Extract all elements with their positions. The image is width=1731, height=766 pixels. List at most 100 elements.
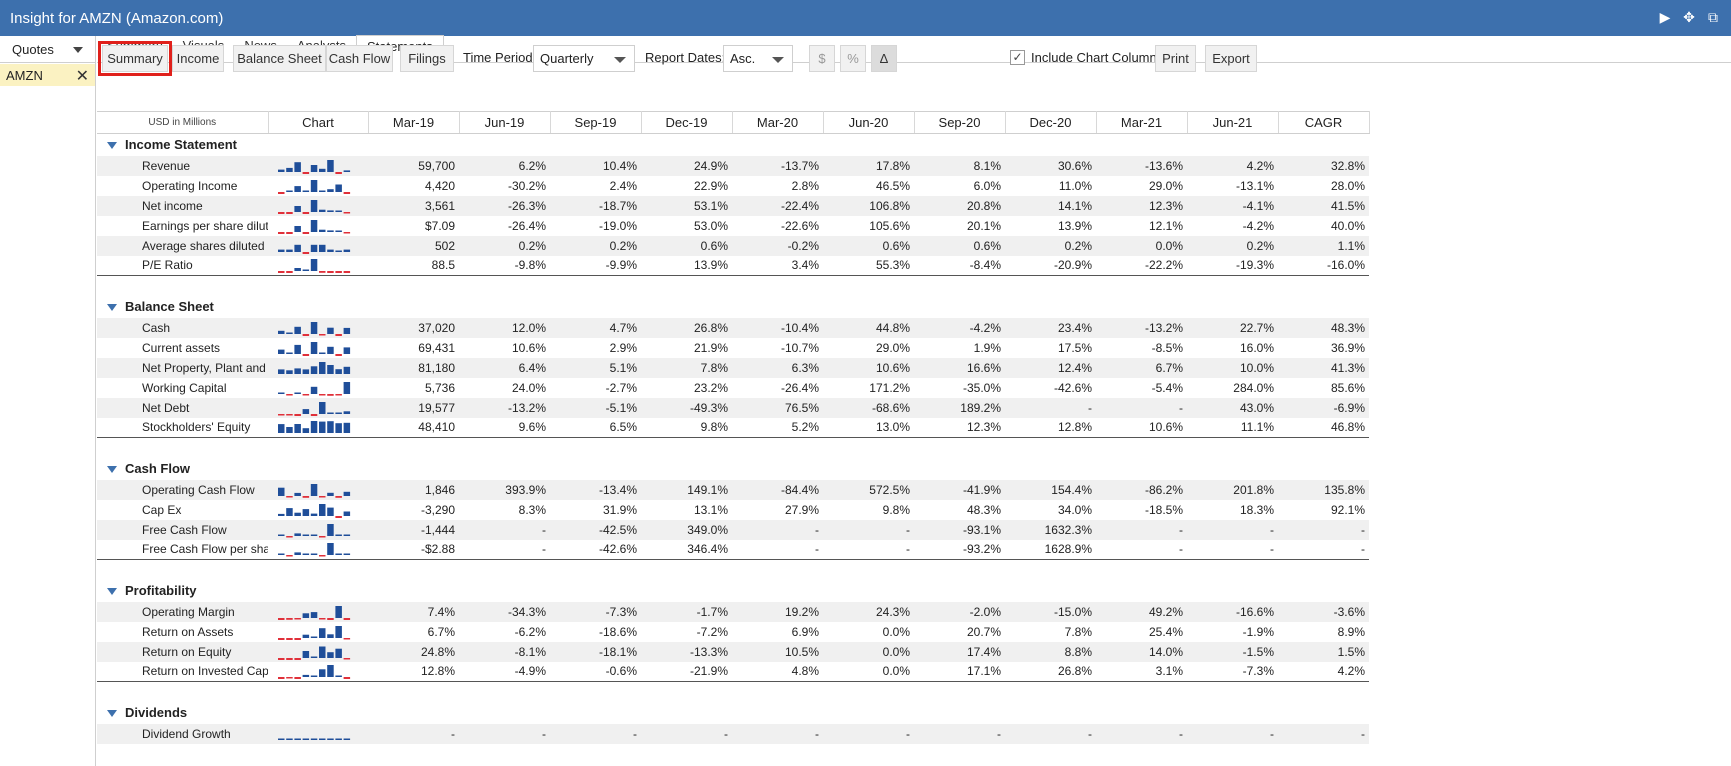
table-row[interactable]: Operating Cash Flow 1,846 393.9% -13.4% 149.… <box>97 479 1369 500</box>
pin-icon[interactable]: ✥ <box>1681 9 1697 25</box>
column-header[interactable]: Dec-19 <box>641 111 733 134</box>
table-row[interactable]: Free Cash Flow per share -$2.88- -42.6% 346… <box>97 539 1369 560</box>
value-cell: -16.6% <box>1187 601 1278 622</box>
sparkline-chart <box>278 738 351 740</box>
statement-filings-button[interactable]: Filings <box>400 45 454 72</box>
popout-icon[interactable]: ⧉ <box>1705 9 1721 25</box>
table-row[interactable]: Operating Margin 7.4% -34.3% -7.3% -1.7% 19.2… <box>97 601 1369 622</box>
value-cell: 16.0% <box>1239 340 1274 355</box>
section-header-cash-flow[interactable]: Cash Flow <box>97 458 1369 480</box>
time-period-select[interactable]: Quarterly <box>533 45 635 72</box>
sparkline-bar <box>278 231 285 234</box>
value-cell: 7.8% <box>641 357 732 378</box>
collapse-triangle-icon[interactable] <box>107 466 117 474</box>
percent-toggle-button[interactable]: % <box>840 45 866 72</box>
table-row[interactable]: Working Capital 5,736 24.0% -2.7% 23.2% -26.4… <box>97 378 1369 398</box>
row-label: Operating Cash Flow <box>97 479 268 500</box>
value-cell: - <box>1187 519 1278 540</box>
table-row[interactable]: Stockholders' Equity 48,410 9.6% 6.5% 9.8% 5.… <box>97 417 1369 438</box>
value-cell: 10.6% <box>511 340 546 355</box>
symbol-item[interactable]: AMZN ✕ <box>0 64 95 86</box>
column-header[interactable]: Mar-19 <box>368 111 460 134</box>
statement-income-button[interactable]: Income <box>172 45 224 72</box>
table-row[interactable]: Cap Ex -3,290 8.3% 31.9% 13.1% 27.9% 9.8% 48.3%… <box>97 500 1369 520</box>
column-header[interactable]: Mar-20 <box>732 111 824 134</box>
table-row[interactable]: Return on Invested Capital 12.8%-4.9%-0.6… <box>97 661 1369 682</box>
chevron-down-icon[interactable] <box>614 57 626 63</box>
table-row[interactable]: Current assets 69,431 10.6% 2.9% 21.9% -10.7%… <box>97 338 1369 358</box>
table-row[interactable]: Return on Assets 6.7% -6.2% -18.6% -7.2% 6.9%… <box>97 622 1369 642</box>
column-header[interactable]: Jun-19 <box>459 111 551 134</box>
value-cell: 10.4% <box>550 155 641 176</box>
print-button[interactable]: Print <box>1155 45 1196 72</box>
chevron-down-icon[interactable] <box>73 47 83 53</box>
collapse-triangle-icon[interactable] <box>107 710 117 718</box>
sparkline-bar <box>294 552 301 556</box>
table-row[interactable]: Net Debt 19,577 -13.2% -5.1% -49.3% 76.5% -68.… <box>97 397 1369 418</box>
row-label: Cap Ex <box>142 502 182 517</box>
value-cell: -2.7% <box>605 380 637 395</box>
table-row[interactable]: Net income 3,561 -26.3% -18.7% 53.1% -22.4% 10… <box>97 195 1369 216</box>
play-icon[interactable]: ▶ <box>1657 9 1673 25</box>
table-row[interactable]: Earnings per share diluted $7.09 -26.4% -19… <box>97 216 1369 236</box>
table-row[interactable]: Average shares diluted 502 0.2% 0.2% 0.6% -0.… <box>97 235 1369 256</box>
table-row[interactable]: Net Property, Plant and ... 81,180 6.4% 5.1… <box>97 357 1369 378</box>
value-cell: -0.2% <box>732 235 823 256</box>
column-header[interactable]: Sep-20 <box>914 111 1006 134</box>
statement-summary-button[interactable]: Summary <box>98 41 172 76</box>
section-title: Profitability <box>125 583 197 598</box>
value-cell: 40.0% <box>1330 218 1365 233</box>
collapse-triangle-icon[interactable] <box>107 304 117 312</box>
section-header-income-statement[interactable]: Income Statement <box>97 134 1369 156</box>
column-header[interactable]: Jun-20 <box>823 111 915 134</box>
value-cell: 3.1% <box>1096 661 1187 682</box>
sparkline-chart <box>278 219 351 234</box>
sparkline-bar <box>302 269 310 272</box>
statement-balance-sheet-button[interactable]: Balance Sheet <box>233 45 326 72</box>
close-icon[interactable]: ✕ <box>76 66 89 86</box>
table-row[interactable]: P/E Ratio 88.5 -9.8% -9.9% 13.9% 3.4% 55.3% -8.… <box>97 255 1369 276</box>
collapse-triangle-icon[interactable] <box>107 142 117 150</box>
include-chart-checkbox[interactable]: ✓ <box>1010 50 1025 65</box>
column-header[interactable]: CAGR <box>1278 111 1370 134</box>
value-cell: -8.1% <box>459 641 550 662</box>
table-row[interactable]: Return on Equity 24.8% -8.1% -18.1% -13.3% 10… <box>97 641 1369 662</box>
table-row[interactable]: Dividend Growth - - - - - - - - - - - <box>97 723 1369 744</box>
section-header-balance-sheet[interactable]: Balance Sheet <box>97 296 1369 318</box>
row-label: Revenue <box>97 155 268 176</box>
value-cell: 55.3% <box>823 255 914 276</box>
sparkline-bar <box>310 611 318 618</box>
report-dates-select[interactable]: Asc. <box>723 45 793 72</box>
delta-toggle-button[interactable]: Δ <box>871 45 897 72</box>
column-header[interactable]: Jun-21 <box>1187 111 1279 134</box>
value-cell: 2.4% <box>609 178 637 193</box>
sparkline-bar <box>278 553 285 556</box>
value-cell: 1.5% <box>1278 641 1369 662</box>
collapse-triangle-icon[interactable] <box>107 588 117 596</box>
sparkline-bar <box>286 369 293 374</box>
table-row[interactable]: Operating Income 4,420 -30.2% 2.4% 22.9% 2.8%… <box>97 176 1369 196</box>
section-header-profitability[interactable]: Profitability <box>97 580 1369 602</box>
dollar-toggle-button[interactable]: $ <box>809 45 835 72</box>
value-cell: -4.2% <box>914 317 1005 338</box>
section-header-dividends[interactable]: Dividends <box>97 702 1369 724</box>
table-row[interactable]: Free Cash Flow -1,444- -42.5% 349.0% - - -93.1… <box>97 519 1369 540</box>
chevron-down-icon[interactable] <box>772 57 784 63</box>
column-header[interactable]: Sep-19 <box>550 111 642 134</box>
quotes-dropdown[interactable]: Quotes <box>0 36 95 63</box>
sparkline-bar <box>286 413 293 415</box>
row-chart-cell <box>268 479 368 500</box>
row-label: Free Cash Flow <box>97 519 268 540</box>
value-cell: -13.2% <box>459 397 550 418</box>
column-header[interactable]: Mar-21 <box>1096 111 1188 134</box>
table-row[interactable]: Revenue 59,700 6.2% 10.4% 24.9% -13.7% 17.8% 8.… <box>97 155 1369 176</box>
value-cell: -13.7% <box>732 155 823 176</box>
sparkline-bar <box>335 271 342 274</box>
table-row[interactable]: Cash 37,020 12.0% 4.7% 26.8% -10.4% 44.8% -4.2%… <box>97 317 1369 338</box>
row-chart-cell <box>268 417 368 438</box>
export-button[interactable]: Export <box>1205 45 1257 72</box>
sparkline-bar <box>286 677 293 679</box>
column-header[interactable]: Dec-20 <box>1005 111 1097 134</box>
sparkline-bar <box>278 738 285 740</box>
statement-cash-flow-button[interactable]: Cash Flow <box>326 45 393 72</box>
